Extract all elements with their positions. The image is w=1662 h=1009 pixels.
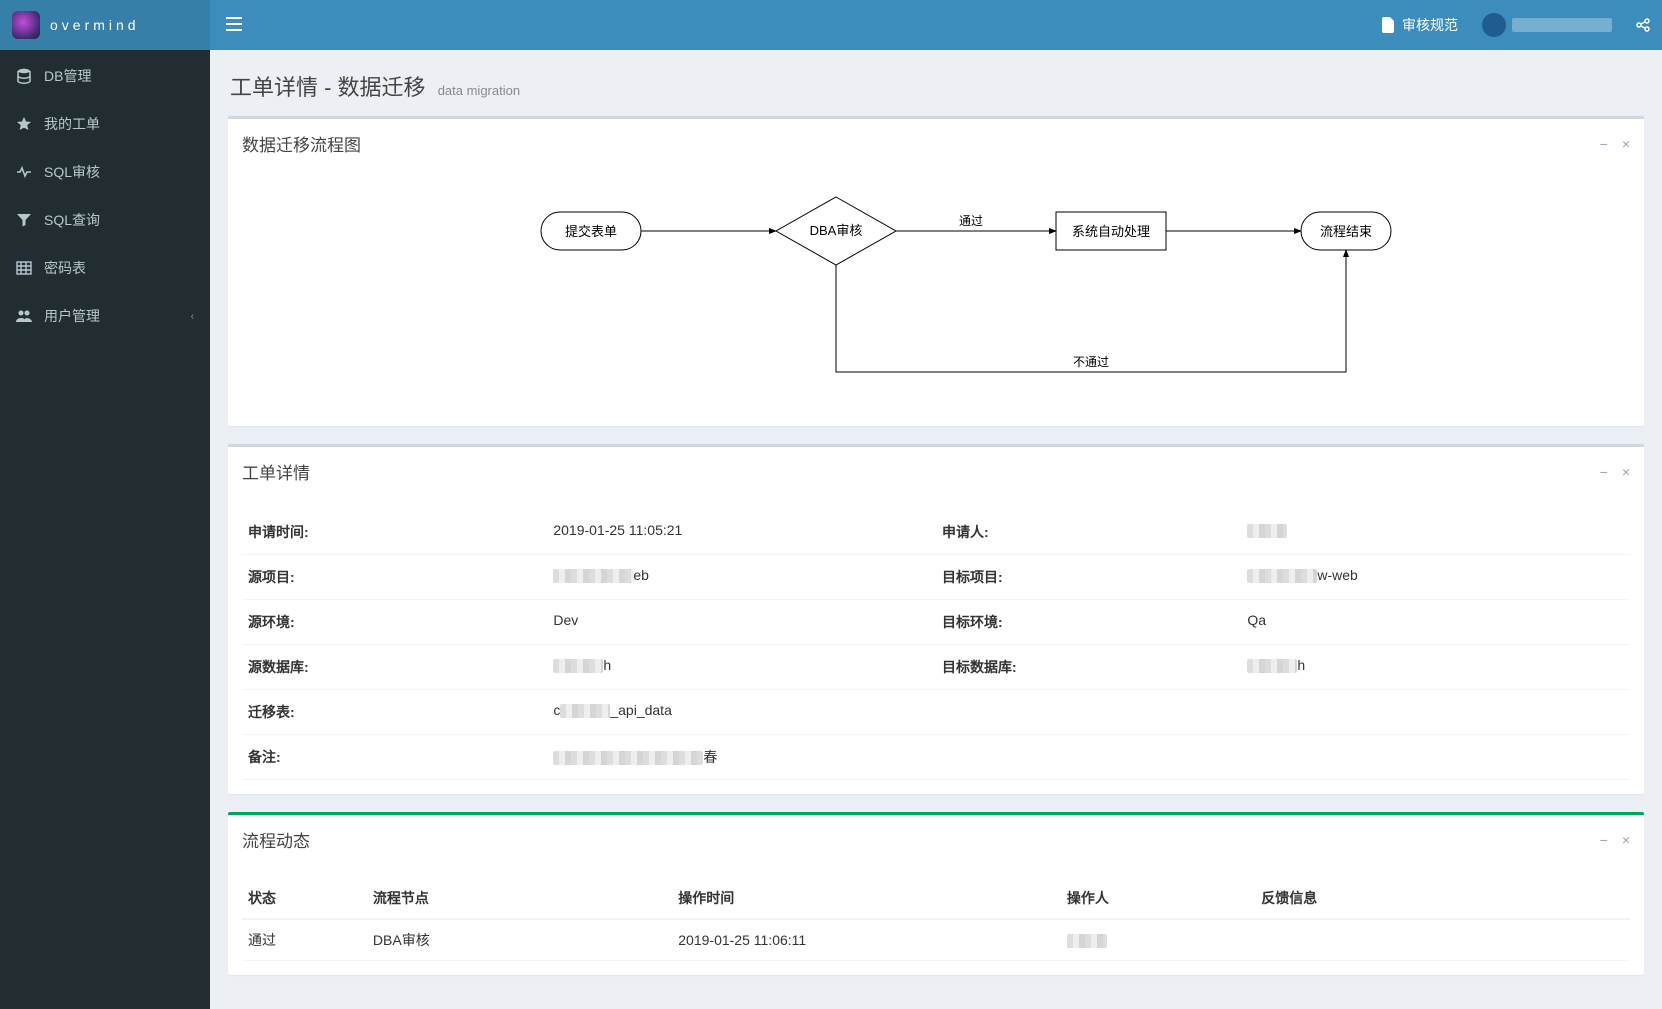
share-button[interactable] (1624, 18, 1662, 32)
details-grid: 申请时间: 2019-01-25 11:05:21 申请人: 源项目: eb 目… (242, 510, 1630, 780)
chevron-left-icon: ‹ (191, 311, 194, 322)
close-button[interactable]: × (1622, 136, 1630, 152)
flowchart-title: 数据迁移流程图 (242, 131, 361, 156)
dst-env-value: Qa (1241, 600, 1630, 645)
star-icon (16, 116, 32, 132)
audit-spec-label: 审核规范 (1402, 15, 1458, 35)
brand-text: overmind (50, 17, 140, 33)
timeline-table: 状态 流程节点 操作时间 操作人 反馈信息 通过 DBA审核 2019-01-2… (242, 878, 1630, 961)
details-box: 工单详情 − × 申请时间: 2019-01-25 11:05:21 申请人: … (228, 444, 1644, 794)
close-button[interactable]: × (1622, 832, 1630, 848)
sidebar-item-label: DB管理 (44, 66, 91, 86)
svg-text:提交表单: 提交表单 (565, 224, 617, 239)
brand-icon (12, 11, 40, 39)
remark-label: 备注: (242, 735, 547, 780)
dst-project-label: 目标项目: (936, 555, 1241, 600)
cell-status: 通过 (242, 919, 367, 961)
dst-db-label: 目标数据库: (936, 645, 1241, 690)
col-time: 操作时间 (672, 878, 1061, 919)
sidebar-item-label: SQL审核 (44, 162, 100, 182)
flowchart-box: 数据迁移流程图 − × 提交表单 (228, 116, 1644, 426)
sidebar-item-label: 用户管理 (44, 306, 100, 326)
grid-icon (16, 260, 32, 276)
flowchart-svg: 提交表单 DBA审核 系统自动处理 流程结束 通过 (242, 182, 1630, 412)
collapse-button[interactable]: − (1600, 464, 1608, 480)
cell-operator (1061, 919, 1255, 961)
sidebar-item-sqlaudit[interactable]: SQL审核 (0, 148, 210, 196)
timeline-title: 流程动态 (242, 827, 310, 852)
close-button[interactable]: × (1622, 464, 1630, 480)
flowchart-canvas: 提交表单 DBA审核 系统自动处理 流程结束 通过 (242, 182, 1630, 412)
sidebar-item-users[interactable]: 用户管理 ‹ (0, 292, 210, 340)
src-env-label: 源环境: (242, 600, 547, 645)
col-status: 状态 (242, 878, 367, 919)
src-project-label: 源项目: (242, 555, 547, 600)
sidebar-item-label: 我的工单 (44, 114, 100, 134)
table-row: 通过 DBA审核 2019-01-25 11:06:11 (242, 919, 1630, 961)
filter-icon (16, 212, 32, 228)
mig-table-value: c_api_data (547, 690, 1630, 735)
applicant-value (1241, 510, 1630, 555)
topbar: overmind 审核规范 (0, 0, 1662, 50)
share-icon (1636, 18, 1650, 32)
sidebar-item-myorders[interactable]: 我的工单 (0, 100, 210, 148)
sidebar-item-sqlquery[interactable]: SQL查询 (0, 196, 210, 244)
cell-node: DBA审核 (367, 919, 672, 961)
page-title: 工单详情 - 数据迁移 data migration (230, 70, 1644, 102)
user-menu[interactable] (1470, 13, 1624, 37)
page-subtitle: data migration (438, 83, 520, 98)
collapse-button[interactable]: − (1600, 832, 1608, 848)
sidebar: DB管理 我的工单 SQL审核 SQL查询 密码表 用户管理 ‹ (0, 50, 210, 1009)
svg-text:通过: 通过 (959, 214, 983, 228)
cell-time: 2019-01-25 11:06:11 (672, 919, 1061, 961)
svg-text:不通过: 不通过 (1073, 355, 1109, 369)
src-db-value: h (547, 645, 936, 690)
cell-feedback (1255, 919, 1630, 961)
page-title-text: 工单详情 - 数据迁移 (230, 75, 426, 100)
col-feedback: 反馈信息 (1255, 878, 1630, 919)
collapse-button[interactable]: − (1600, 136, 1608, 152)
users-icon (16, 308, 32, 324)
dst-env-label: 目标环境: (936, 600, 1241, 645)
hamburger-icon (226, 17, 242, 31)
heartbeat-icon (16, 164, 32, 180)
details-title: 工单详情 (242, 459, 310, 484)
avatar (1482, 13, 1506, 37)
database-icon (16, 68, 32, 84)
sidebar-item-label: 密码表 (44, 258, 86, 278)
sidebar-toggle-button[interactable] (210, 17, 258, 34)
sidebar-item-db[interactable]: DB管理 (0, 52, 210, 100)
username-redacted (1512, 18, 1612, 32)
audit-spec-link[interactable]: 审核规范 (1370, 15, 1470, 35)
main-content: 工单详情 - 数据迁移 data migration 数据迁移流程图 − × (210, 50, 1662, 1009)
sidebar-item-label: SQL查询 (44, 210, 100, 230)
apply-time-label: 申请时间: (242, 510, 547, 555)
apply-time-value: 2019-01-25 11:05:21 (547, 510, 936, 555)
sidebar-item-passwords[interactable]: 密码表 (0, 244, 210, 292)
svg-text:系统自动处理: 系统自动处理 (1072, 224, 1150, 239)
mig-table-label: 迁移表: (242, 690, 547, 735)
dst-project-value: w-web (1241, 555, 1630, 600)
brand-logo[interactable]: overmind (0, 0, 210, 50)
file-icon (1382, 17, 1396, 33)
svg-text:DBA审核: DBA审核 (810, 223, 863, 238)
dst-db-value: h (1241, 645, 1630, 690)
src-project-value: eb (547, 555, 936, 600)
remark-value: 春 (547, 735, 1630, 780)
col-node: 流程节点 (367, 878, 672, 919)
col-operator: 操作人 (1061, 878, 1255, 919)
applicant-label: 申请人: (936, 510, 1241, 555)
svg-text:流程结束: 流程结束 (1320, 224, 1372, 239)
src-env-value: Dev (547, 600, 936, 645)
src-db-label: 源数据库: (242, 645, 547, 690)
